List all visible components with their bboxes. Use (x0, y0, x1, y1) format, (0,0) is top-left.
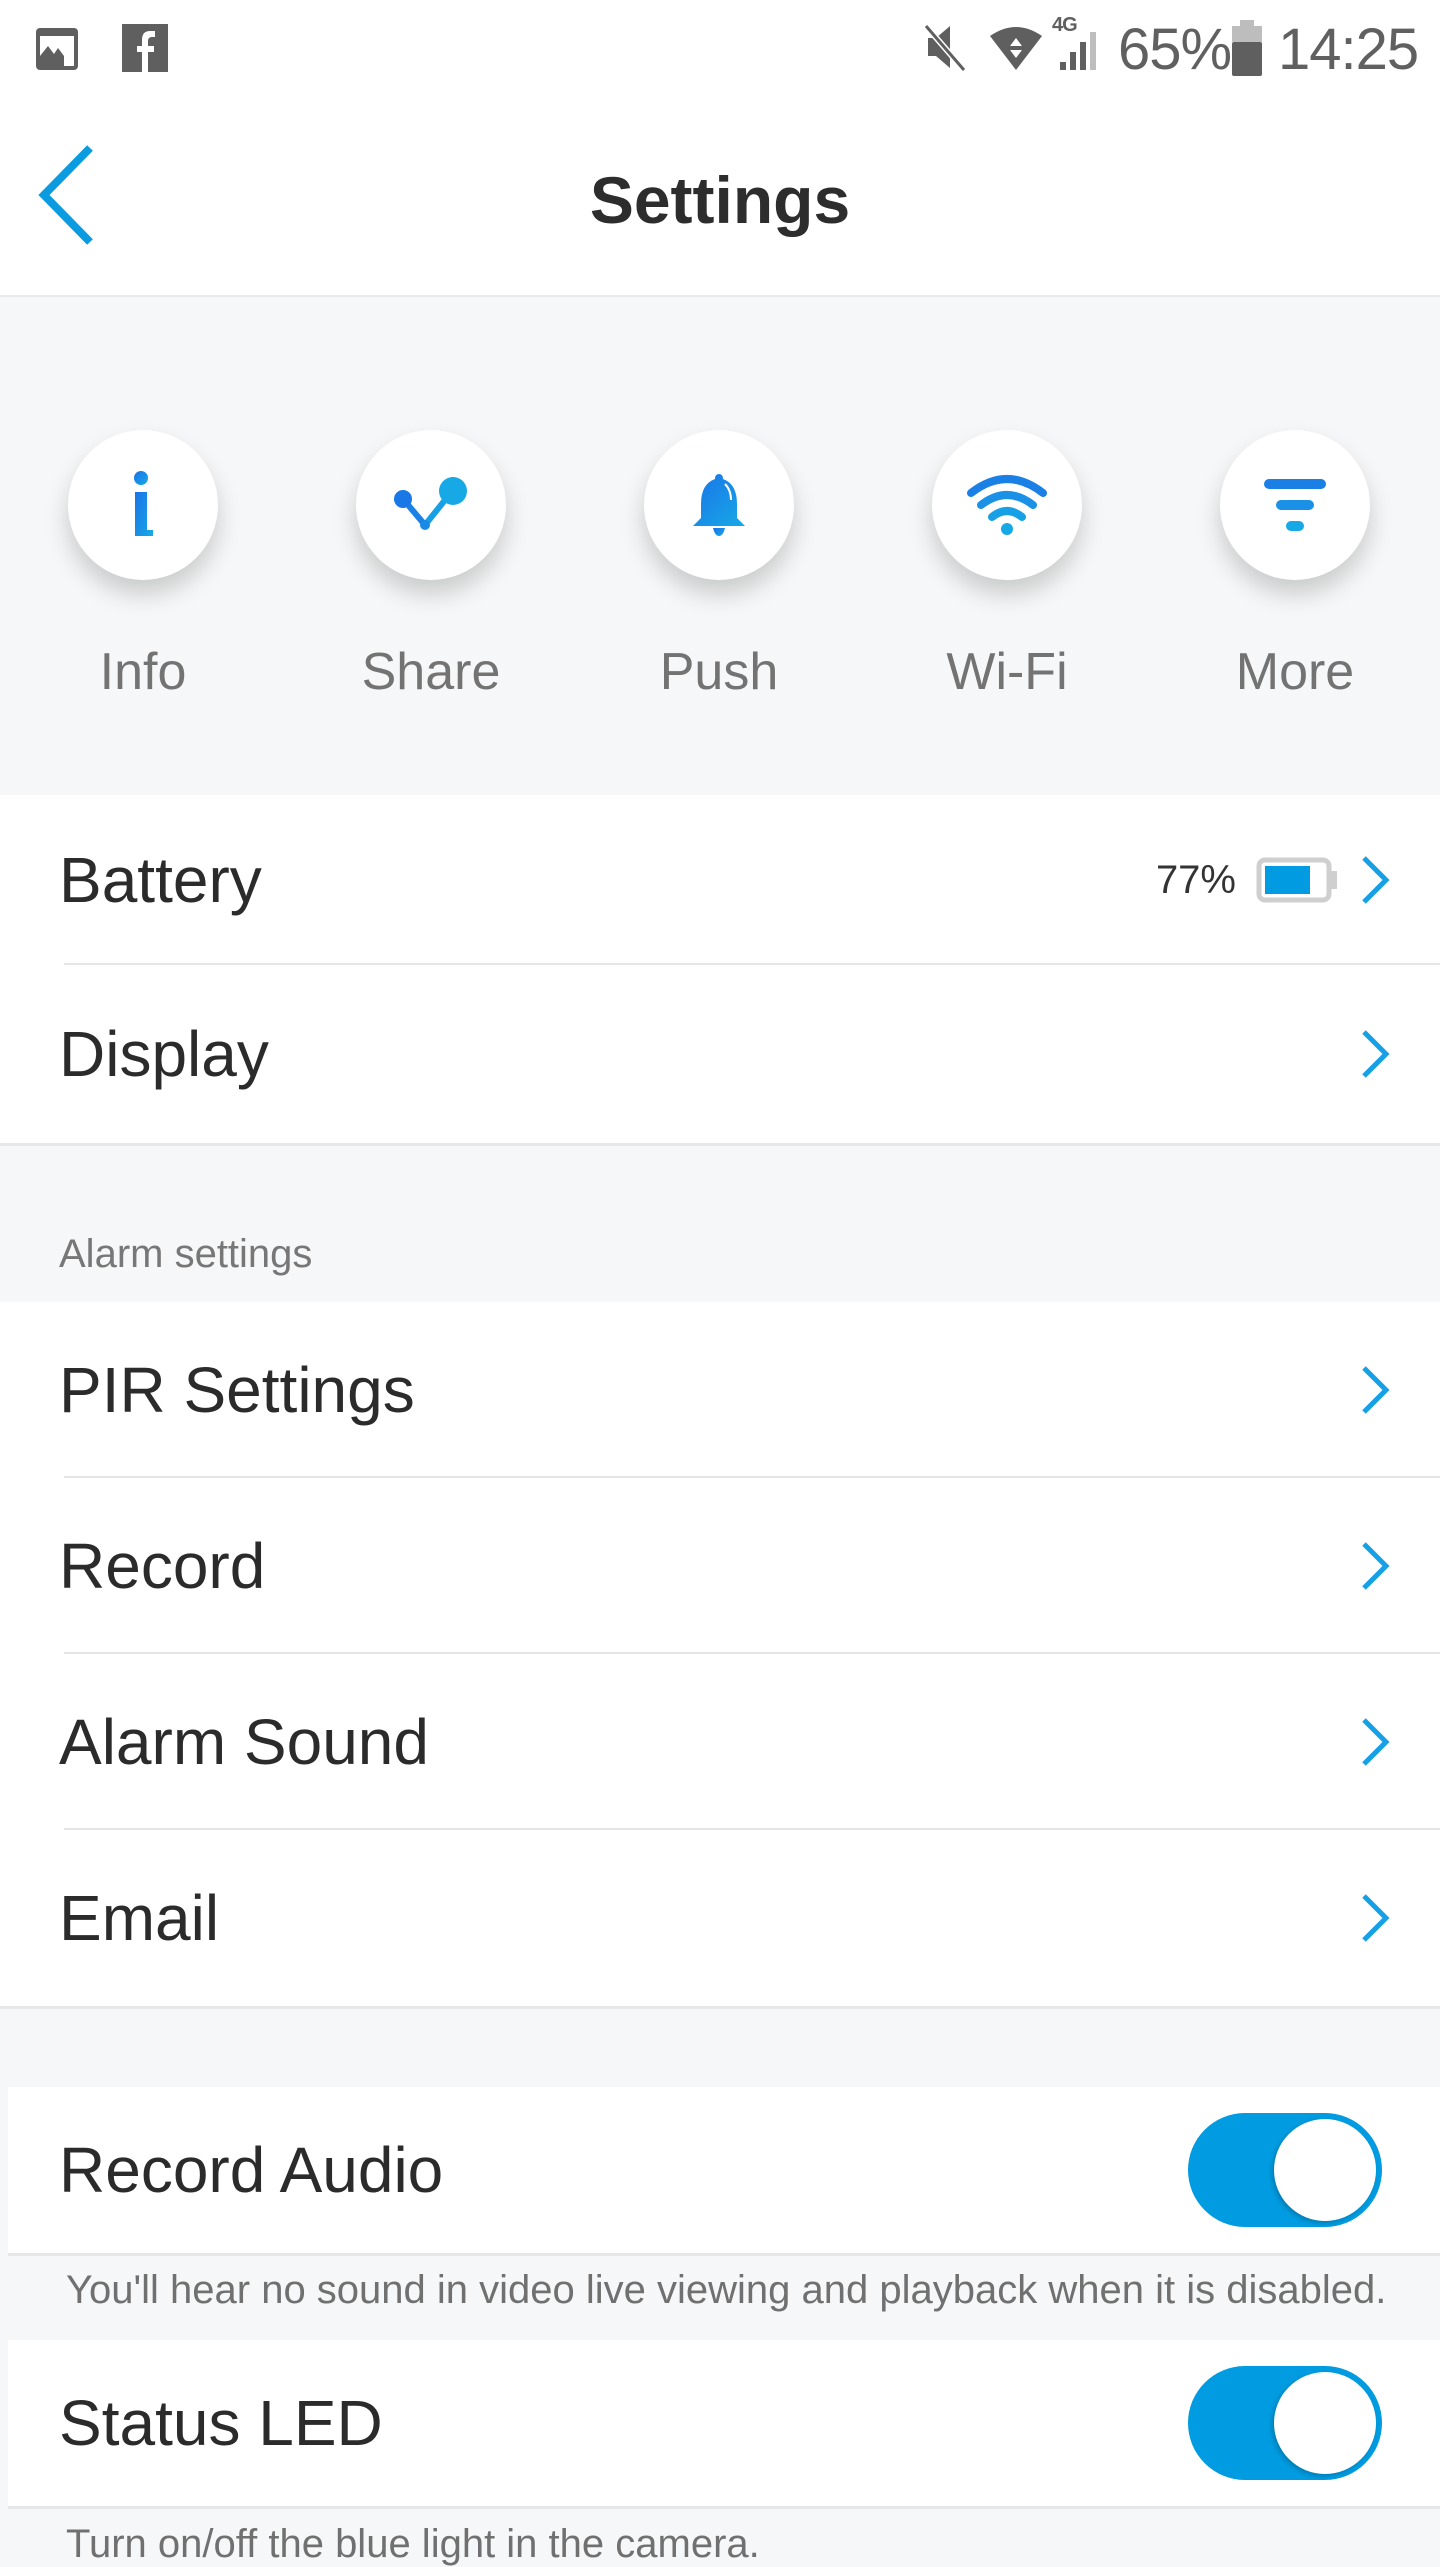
list-item-display[interactable]: Display (0, 965, 1440, 1143)
gallery-icon (36, 28, 78, 70)
status-led-toggle[interactable] (1188, 2366, 1382, 2480)
quick-action-share[interactable]: Share (331, 430, 531, 702)
page-title: Settings (589, 163, 851, 237)
toggle-knob (1274, 2372, 1376, 2474)
list-item-label: Display (59, 1018, 269, 1090)
bell-icon (693, 474, 745, 536)
setting-status-led: Status LED (8, 2340, 1440, 2506)
toggle-label: Record Audio (59, 2134, 444, 2206)
list-item-email[interactable]: Email (0, 1830, 1440, 2006)
quick-action-more[interactable]: More (1195, 430, 1395, 702)
facebook-icon (122, 24, 168, 72)
record-audio-hint: You'll hear no sound in video live viewi… (66, 2268, 1387, 2312)
quick-action-label: More (1235, 643, 1355, 701)
clock: 14:25 (1278, 17, 1419, 82)
list-item-alarm-sound[interactable]: Alarm Sound (0, 1654, 1440, 1830)
push-button-circle (644, 430, 794, 580)
toggle-label: Status LED (59, 2387, 383, 2459)
chevron-right-icon (1362, 1366, 1390, 1414)
chevron-right-icon (1362, 1030, 1390, 1078)
quick-action-wifi[interactable]: Wi-Fi (907, 430, 1107, 702)
more-button-circle (1220, 430, 1370, 580)
list-item-label: Record (59, 1530, 266, 1602)
battery-status: 77% (1156, 857, 1340, 903)
battery-percent: 65% (1118, 17, 1232, 82)
list-item-pir-settings[interactable]: PIR Settings (0, 1302, 1440, 1478)
quick-action-label: Info (99, 643, 187, 701)
quick-action-info[interactable]: Info (43, 430, 243, 702)
record-audio-toggle[interactable] (1188, 2113, 1382, 2227)
list-item-label: Alarm Sound (59, 1706, 429, 1778)
chevron-right-icon (1362, 1542, 1390, 1590)
wifi-icon (967, 475, 1047, 535)
filter-icon (1264, 479, 1326, 531)
quick-action-label: Wi-Fi (946, 643, 1068, 701)
info-icon (134, 471, 153, 536)
quick-actions: Info Share Push Wi-Fi More (0, 297, 1440, 795)
wifi-button-circle (932, 430, 1082, 580)
share-button-circle (356, 430, 506, 580)
share-icon (394, 477, 467, 530)
setting-record-audio: Record Audio (8, 2087, 1440, 2253)
app-header: Settings (0, 100, 1440, 297)
chevron-right-icon (1362, 856, 1390, 904)
battery-level-text: 77% (1155, 857, 1236, 902)
general-settings-list: Battery 77% Display (0, 795, 1440, 1146)
record-audio-card: Record Audio (8, 2087, 1440, 2256)
list-item-label: Email (59, 1882, 220, 1954)
list-item-record[interactable]: Record (0, 1478, 1440, 1654)
list-item-label: PIR Settings (59, 1354, 415, 1426)
status-bar: 4G 65% 14:25 (0, 0, 1440, 100)
info-button-circle (68, 430, 218, 580)
section-header-alarm: Alarm settings (59, 1232, 313, 1276)
alarm-settings-list: PIR Settings Record Alarm Sound Email (0, 1302, 1440, 2009)
quick-action-push[interactable]: Push (619, 430, 819, 702)
quick-action-label: Share (361, 643, 501, 701)
chevron-right-icon (1362, 1718, 1390, 1766)
wifi-data-icon (990, 27, 1042, 70)
list-item-label: Battery (59, 844, 262, 916)
battery-level-icon (1256, 857, 1337, 903)
status-led-card: Status LED (8, 2340, 1440, 2509)
list-item-battery[interactable]: Battery 77% (0, 795, 1440, 965)
signal-4g-icon (1060, 32, 1096, 70)
quick-action-label: Push (659, 643, 779, 701)
chevron-right-icon (1362, 1894, 1390, 1942)
battery-fill (1265, 866, 1310, 894)
mute-icon (923, 24, 967, 72)
toggle-knob (1274, 2119, 1376, 2221)
status-led-hint: Turn on/off the blue light in the camera… (66, 2522, 760, 2566)
battery-icon (1232, 20, 1262, 76)
